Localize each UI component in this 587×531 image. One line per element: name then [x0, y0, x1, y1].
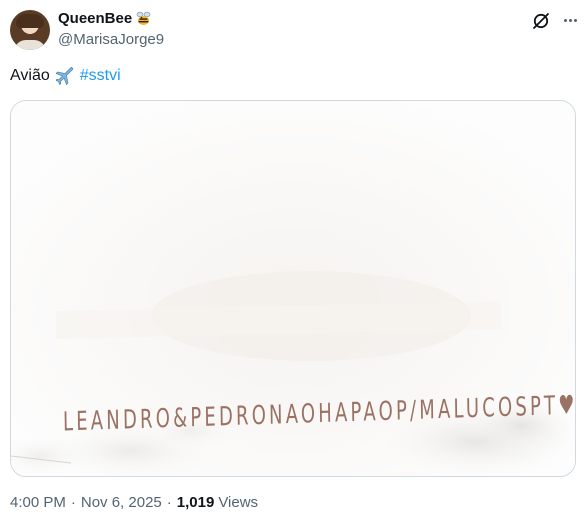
- views-count: 1,019: [176, 494, 215, 511]
- bee-icon: [135, 10, 152, 27]
- meta-separator: ·: [70, 494, 76, 511]
- grok-icon[interactable]: [531, 11, 551, 31]
- author-name-row: QueenBee: [58, 10, 152, 27]
- media-image[interactable]: LEANDRO&PEDRONAOHAPAOP/MALUCOSPT♥SAVATE: [10, 100, 576, 477]
- more-dot: [563, 18, 567, 22]
- more-dot: [568, 18, 572, 22]
- tweet-card: QueenBee @MarisaJorge9 Avião #sstvi LEAN…: [0, 0, 587, 531]
- tweet-date[interactable]: Nov 6, 2025: [81, 494, 162, 511]
- tweet-time[interactable]: 4:00 PM: [10, 494, 66, 511]
- views-label: Views: [218, 494, 259, 511]
- author-display-name[interactable]: QueenBee: [58, 10, 132, 27]
- avatar-shirt: [14, 40, 46, 50]
- hashtag-link[interactable]: #sstvi: [80, 65, 121, 87]
- airplane-icon: [55, 66, 74, 86]
- more-icon[interactable]: [560, 10, 580, 30]
- tweet-text-body: Avião: [10, 67, 50, 84]
- avatar[interactable]: [10, 10, 50, 50]
- author-handle[interactable]: @MarisaJorge9: [58, 31, 164, 48]
- meta-separator: ·: [166, 494, 172, 511]
- avatar-hair: [16, 14, 44, 28]
- tweet-meta: 4:00 PM · Nov 6, 2025 · 1,019 Views: [10, 494, 258, 511]
- tweet-text: Avião #sstvi: [10, 65, 121, 87]
- more-dot: [573, 18, 577, 22]
